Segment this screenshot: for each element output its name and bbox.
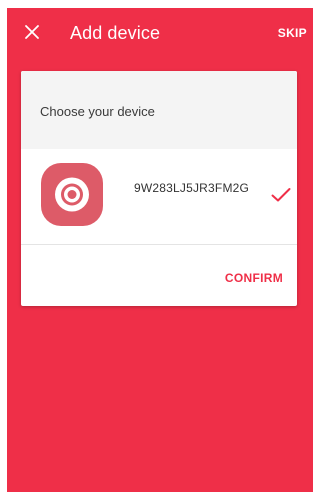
checkmark-icon bbox=[271, 188, 291, 202]
card-title: Choose your device bbox=[40, 104, 155, 119]
camera-lens-icon bbox=[41, 163, 103, 226]
add-device-screen: Add device SKIP Choose your device 9W283… bbox=[7, 8, 313, 492]
page-title: Add device bbox=[70, 23, 161, 43]
close-icon bbox=[25, 25, 39, 39]
confirm-button[interactable]: CONFIRM bbox=[225, 270, 283, 286]
top-app-bar: Add device SKIP bbox=[7, 8, 313, 58]
device-chooser-card: Choose your device 9W283LJ5JR3FM2G CONFI… bbox=[21, 71, 297, 306]
device-id: 9W283LJ5JR3FM2G bbox=[134, 181, 250, 195]
card-header: Choose your device bbox=[21, 71, 297, 149]
divider bbox=[21, 244, 297, 245]
close-button[interactable] bbox=[21, 21, 43, 43]
skip-button[interactable]: SKIP bbox=[278, 25, 307, 41]
device-list-item[interactable]: 9W283LJ5JR3FM2G bbox=[21, 149, 297, 244]
